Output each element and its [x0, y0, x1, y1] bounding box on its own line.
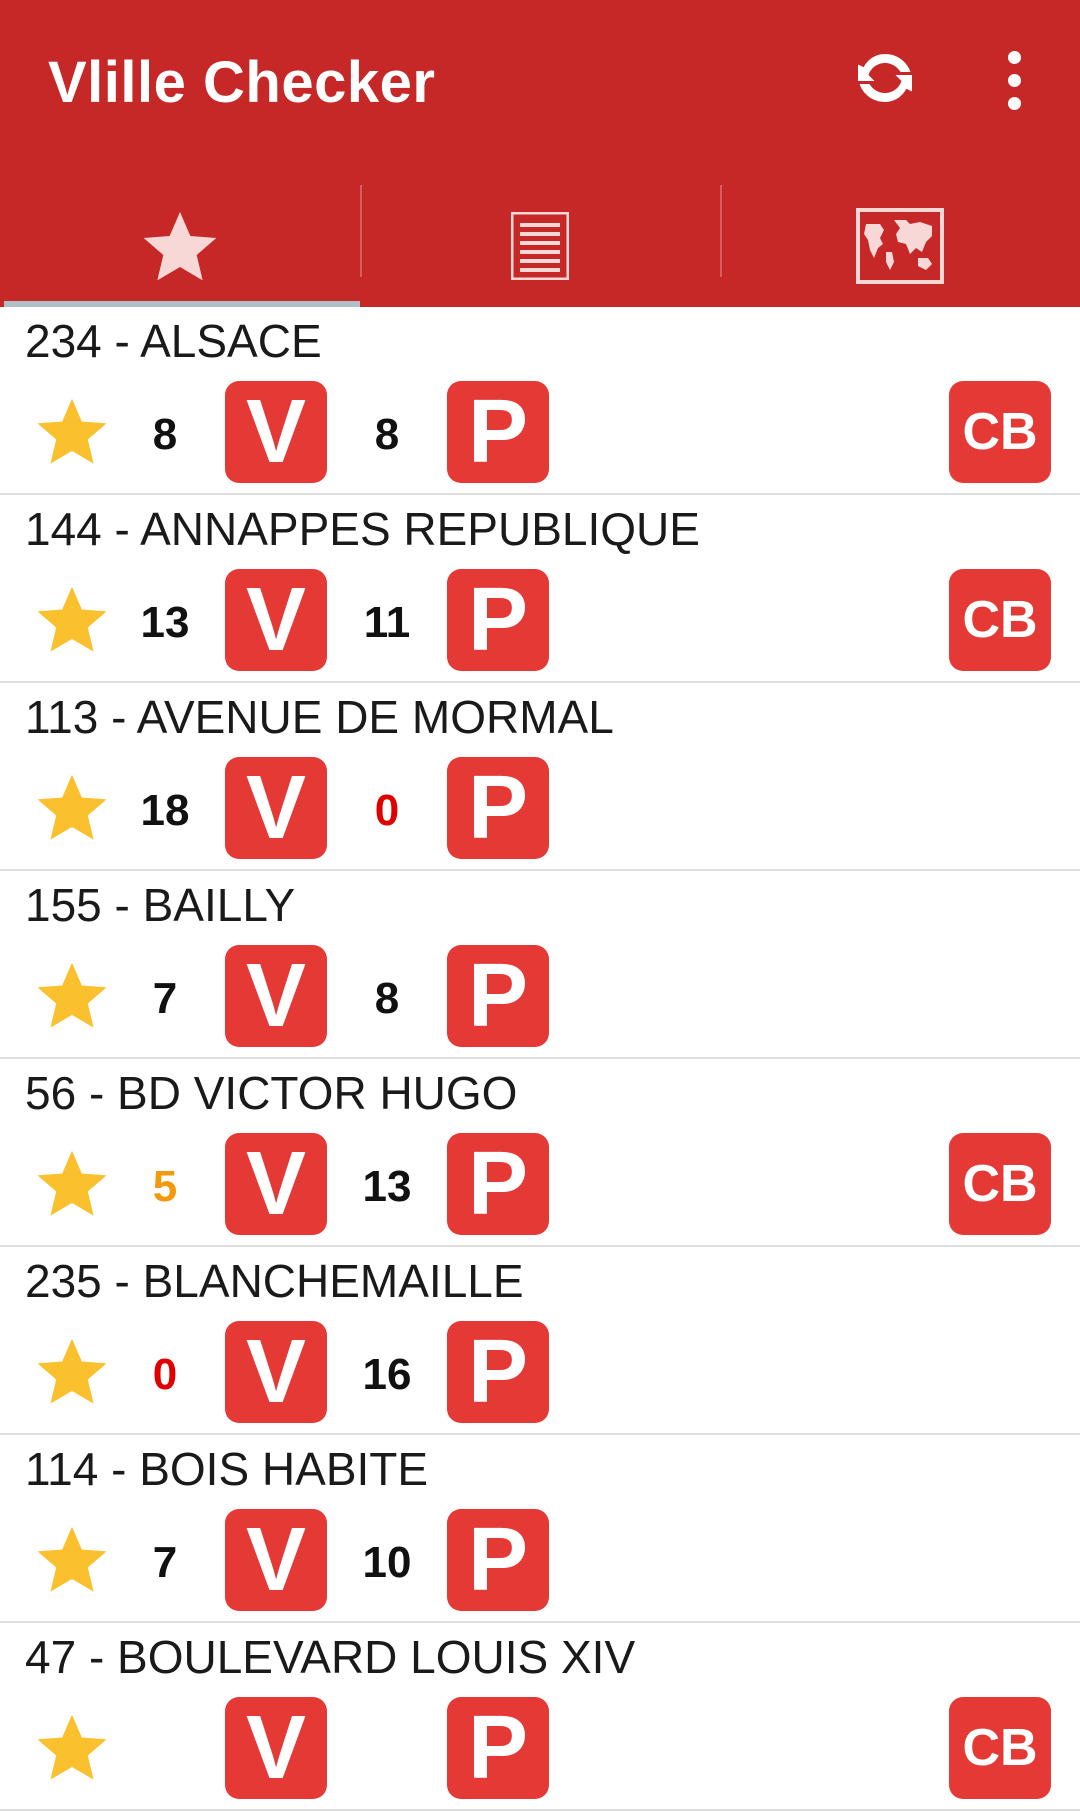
- bikes-badge: V: [225, 1133, 327, 1235]
- station-name: 113 - AVENUE DE MORMAL: [25, 691, 614, 743]
- favorite-star-icon[interactable]: [34, 1145, 110, 1221]
- bikes-count: 8: [152, 410, 178, 459]
- more-vert-icon: [1007, 50, 1021, 64]
- favorite-star-icon[interactable]: [34, 957, 110, 1033]
- bikes-badge: V: [225, 1697, 327, 1799]
- station-name: 47 - BOULEVARD LOUIS XIV: [25, 1631, 636, 1683]
- favorite-star-icon[interactable]: [34, 581, 110, 657]
- bikes-badge: V: [225, 945, 327, 1047]
- more-vert-icon-dot: [1007, 73, 1021, 87]
- places-badge: P: [447, 1133, 549, 1235]
- app-bar: Vlille Checker: [0, 0, 1080, 307]
- overflow-menu-button[interactable]: [990, 40, 1038, 120]
- places-count: 8: [374, 974, 400, 1023]
- bikes-count: 13: [140, 598, 190, 647]
- favorite-star-icon[interactable]: [34, 1333, 110, 1409]
- card-payment-badge: CB: [949, 569, 1051, 671]
- bikes-badge: V: [225, 381, 327, 483]
- places-count: 10: [362, 1538, 412, 1587]
- station-row[interactable]: 235 - BLANCHEMAILLE 0 V 16 P: [0, 1247, 1080, 1435]
- tab-favorites[interactable]: [0, 185, 360, 307]
- favorite-star-icon[interactable]: [34, 1709, 110, 1785]
- bikes-badge: V: [225, 569, 327, 671]
- bikes-count: 0: [152, 1350, 178, 1399]
- bikes-badge: V: [225, 757, 327, 859]
- station-name: 56 - BD VICTOR HUGO: [25, 1067, 518, 1119]
- places-badge: P: [447, 381, 549, 483]
- places-badge: P: [447, 945, 549, 1047]
- bikes-badge: V: [225, 1509, 327, 1611]
- places-badge: P: [447, 1509, 549, 1611]
- station-name: 155 - BAILLY: [25, 879, 296, 931]
- tab-bar: [0, 185, 1080, 307]
- station-row[interactable]: 113 - AVENUE DE MORMAL 18 V 0 P: [0, 683, 1080, 871]
- list-icon: [511, 212, 569, 280]
- card-payment-badge: CB: [949, 1697, 1051, 1799]
- places-badge: P: [447, 1321, 549, 1423]
- station-row[interactable]: 144 - ANNAPPES REPUBLIQUE 13 V 11 P CB: [0, 495, 1080, 683]
- station-row[interactable]: 47 - BOULEVARD LOUIS XIV V P CB: [0, 1623, 1080, 1811]
- favorite-star-icon[interactable]: [34, 1521, 110, 1597]
- places-count: 16: [362, 1350, 412, 1399]
- station-list: 234 - ALSACE 8 V 8 P CB 144 - ANNAPPES REPUBLI…: [0, 307, 1080, 1811]
- more-vert-icon-dot: [1007, 96, 1021, 110]
- places-count: 13: [362, 1162, 412, 1211]
- bikes-badge: V: [225, 1321, 327, 1423]
- station-row[interactable]: 56 - BD VICTOR HUGO 5 V 13 P CB: [0, 1059, 1080, 1247]
- bikes-count: 7: [152, 1538, 178, 1587]
- places-badge: P: [447, 569, 549, 671]
- places-count: 11: [363, 598, 411, 647]
- card-payment-badge: CB: [949, 1133, 1051, 1235]
- station-row[interactable]: 114 - BOIS HABITE 7 V 10 P: [0, 1435, 1080, 1623]
- places-count: 0: [374, 786, 400, 835]
- bikes-count: 5: [152, 1162, 178, 1211]
- refresh-button[interactable]: [845, 38, 925, 118]
- world-map-icon: [856, 208, 944, 284]
- station-name: 234 - ALSACE: [25, 315, 322, 367]
- places-count: 8: [374, 410, 400, 459]
- tab-divider: [360, 185, 362, 277]
- station-row[interactable]: 234 - ALSACE 8 V 8 P CB: [0, 307, 1080, 495]
- tab-list[interactable]: [360, 185, 720, 307]
- places-badge: P: [447, 1697, 549, 1799]
- tab-divider: [720, 185, 722, 277]
- bikes-count: 7: [152, 974, 178, 1023]
- station-name: 144 - ANNAPPES REPUBLIQUE: [25, 503, 700, 555]
- places-badge: P: [447, 757, 549, 859]
- tab-map[interactable]: [720, 185, 1080, 307]
- station-row[interactable]: 155 - BAILLY 7 V 8 P: [0, 871, 1080, 1059]
- card-payment-badge: CB: [949, 381, 1051, 483]
- app-title: Vlille Checker: [48, 50, 436, 115]
- star-icon: [143, 212, 217, 281]
- favorite-star-icon[interactable]: [34, 769, 110, 845]
- station-name: 235 - BLANCHEMAILLE: [25, 1255, 524, 1307]
- bikes-count: 18: [140, 786, 190, 835]
- station-name: 114 - BOIS HABITE: [25, 1443, 429, 1495]
- refresh-icon: [858, 54, 912, 102]
- favorite-star-icon[interactable]: [34, 393, 110, 469]
